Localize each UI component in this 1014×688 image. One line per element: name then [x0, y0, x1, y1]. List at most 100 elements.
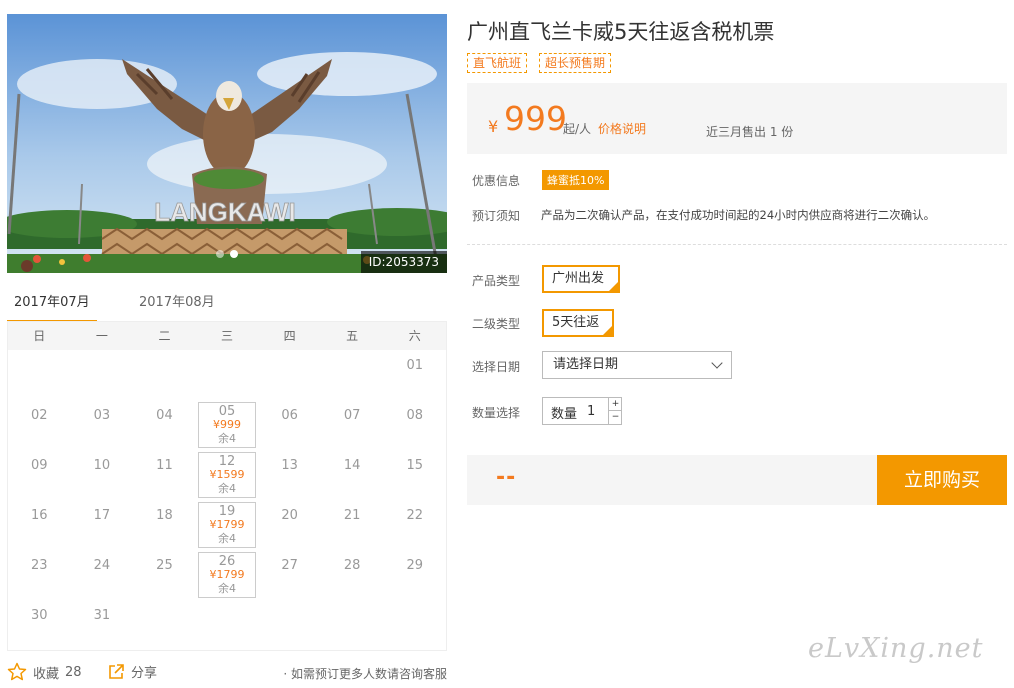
calendar-day-stock: 余4	[218, 482, 237, 495]
action-footer: 收藏 28 分享 · 如需预订更多人数请咨询客服	[7, 660, 447, 684]
calendar-day-cell: 31	[71, 600, 134, 650]
total-price: --	[496, 465, 517, 490]
weekday-label: 三	[221, 329, 234, 343]
weekday-label: 日	[33, 329, 46, 343]
calendar-day-number: 17	[93, 508, 111, 523]
calendar-day-number: 19	[218, 504, 236, 519]
calendar-day-number: 23	[31, 558, 48, 573]
promo-badge: 蜂蜜抵10%	[542, 170, 610, 190]
price-calendar: 日 一 二 三 四 五 六 01 02 03 04 05 ¥999 余4 06 07 08 09 10 11 12 ¥1…	[7, 321, 447, 651]
calendar-day-cell: 24	[71, 550, 134, 600]
quantity-label: 数量选择	[472, 406, 521, 420]
share-label: 分享	[131, 666, 158, 681]
calendar-day-number: 09	[31, 458, 48, 473]
price-unit: 起/人	[563, 122, 592, 136]
calendar-empty-cell	[133, 600, 196, 650]
favorite-count: 28	[65, 664, 82, 680]
calendar-day-cell[interactable]: 05 ¥999 余4	[196, 400, 259, 450]
calendar-empty-cell	[196, 600, 259, 650]
calendar-day-number: 29	[406, 558, 424, 573]
divider	[467, 244, 1007, 245]
calendar-day-cell: 25	[133, 550, 196, 600]
tab-2017-08[interactable]: 2017年08月	[139, 287, 215, 321]
calendar-day-number: 04	[156, 408, 173, 423]
calendar-day-number: 06	[281, 408, 298, 423]
share-button[interactable]: 分享	[107, 662, 157, 681]
calendar-day-number: 10	[93, 458, 111, 473]
date-placeholder: 请选择日期	[553, 357, 619, 372]
price-explain-link[interactable]: 价格说明	[598, 120, 646, 137]
calendar-day-number: 26	[218, 554, 236, 569]
calendar-day-number: 30	[31, 608, 48, 623]
tag-long-presale: 超长预售期	[539, 53, 612, 73]
calendar-day-cell: 22	[383, 500, 446, 550]
carousel-dot[interactable]	[230, 250, 238, 258]
calendar-day-number: 13	[281, 458, 298, 473]
product-title: 广州直飞兰卡威5天往返含税机票	[467, 20, 775, 44]
calendar-day-cell[interactable]: 26 ¥1799 余4	[196, 550, 259, 600]
purchase-bar: -- 立即购买	[467, 455, 1007, 505]
calendar-day-number: 25	[156, 558, 173, 573]
quantity-input[interactable]	[581, 398, 611, 424]
calendar-day-number: 16	[31, 508, 48, 523]
calendar-day-cell: 06	[258, 400, 321, 450]
date-label: 选择日期	[472, 360, 521, 374]
favorite-label: 收藏	[33, 666, 60, 682]
share-icon	[109, 663, 124, 679]
weekday-label: 二	[158, 329, 171, 343]
calendar-grid: 01 02 03 04 05 ¥999 余4 06 07 08 09 10 11 12 ¥1599 余4 13 1…	[8, 350, 446, 650]
calendar-day-number: 22	[406, 508, 424, 523]
favorite-button[interactable]: 收藏 28	[7, 662, 82, 682]
calendar-day-cell: 17	[71, 500, 134, 550]
calendar-day-cell: 13	[258, 450, 321, 500]
calendar-week-row: 01	[8, 350, 446, 400]
calendar-day-number: 14	[343, 458, 361, 473]
weekday-label: 六	[408, 329, 421, 343]
calendar-day-cell: 28	[321, 550, 384, 600]
calendar-empty-cell	[8, 350, 71, 400]
sold-count: 近三月售出 1 份	[706, 125, 794, 139]
weekday-label: 四	[283, 329, 296, 343]
calendar-day-stock: 余4	[218, 432, 237, 445]
calendar-empty-cell	[321, 350, 384, 400]
calendar-day-number: 21	[343, 508, 361, 523]
calendar-week-row: 02 03 04 05 ¥999 余4 06 07 08	[8, 400, 446, 450]
calendar-day-cell: 11	[133, 450, 196, 500]
calendar-day-cell: 01	[383, 350, 446, 400]
month-tabs: 2017年07月 2017年08月	[7, 287, 447, 323]
check-icon: ✓	[606, 329, 612, 337]
calendar-day-cell: 09	[8, 450, 71, 500]
quantity-increment-button[interactable]: +	[608, 398, 622, 411]
calendar-day-cell[interactable]: 12 ¥1599 余4	[196, 450, 259, 500]
calendar-day-stock: 余4	[218, 582, 237, 595]
calendar-day-cell: 29	[383, 550, 446, 600]
calendar-day-number: 15	[406, 458, 424, 473]
sub-type-label: 二级类型	[472, 317, 521, 331]
calendar-day-cell: 27	[258, 550, 321, 600]
chevron-down-icon	[711, 357, 723, 369]
calendar-empty-cell	[258, 600, 321, 650]
calendar-day-number: 31	[93, 608, 111, 623]
quantity-decrement-button[interactable]: −	[608, 411, 622, 424]
calendar-empty-cell	[196, 350, 259, 400]
calendar-day-number: 07	[343, 408, 361, 423]
calendar-day-number: 18	[156, 508, 173, 523]
sub-type-value: 5天往返	[552, 315, 600, 330]
calendar-empty-cell	[133, 350, 196, 400]
carousel-dot[interactable]	[216, 250, 224, 258]
calendar-week-row: 16 17 18 19 ¥1799 余4 20 21 22	[8, 500, 446, 550]
sub-type-option[interactable]: 5天往返 ✓	[542, 309, 614, 337]
date-select[interactable]: 请选择日期	[542, 351, 732, 379]
calendar-day-cell[interactable]: 19 ¥1799 余4	[196, 500, 259, 550]
product-hero-image[interactable]: LANGKAWI ID:2053373	[7, 14, 447, 273]
calendar-day-number: 12	[218, 454, 236, 469]
weekday-label: 一	[95, 329, 108, 343]
tab-2017-07[interactable]: 2017年07月	[14, 287, 90, 321]
buy-now-button[interactable]: 立即购买	[877, 455, 1007, 505]
star-icon	[7, 662, 27, 681]
price-panel: ¥ 999 起/人 价格说明 近三月售出 1 份	[467, 83, 1007, 154]
calendar-day-number: 02	[31, 408, 48, 423]
product-type-option[interactable]: 广州出发 ✓	[542, 265, 620, 293]
calendar-day-number: 05	[218, 404, 236, 419]
calendar-day-number: 03	[93, 408, 111, 423]
